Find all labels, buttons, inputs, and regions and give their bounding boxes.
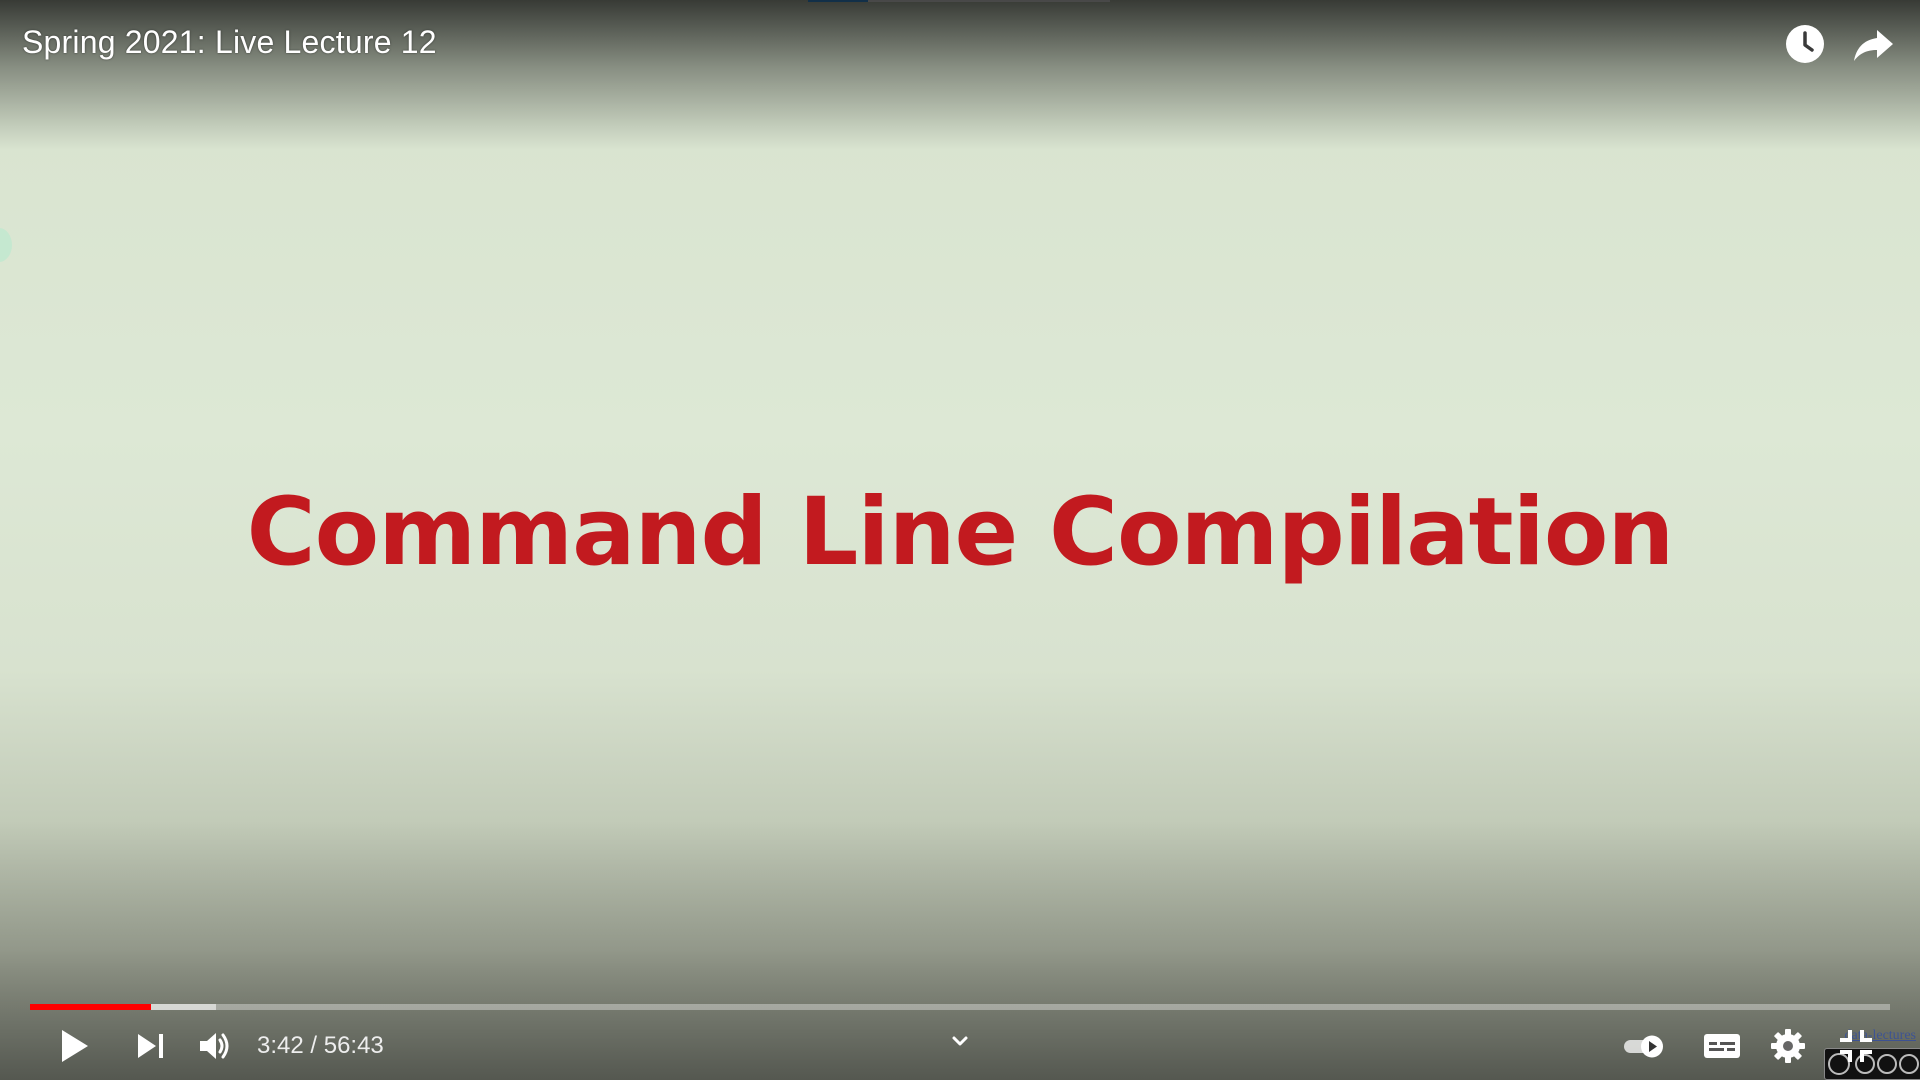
autoplay-toggle-icon bbox=[1624, 1035, 1663, 1058]
skip-next-icon bbox=[138, 1034, 163, 1058]
gear-icon bbox=[1771, 1029, 1805, 1063]
time-display: 3:42 / 56:43 bbox=[257, 1032, 384, 1059]
share-button[interactable] bbox=[1849, 20, 1897, 68]
side-indicator-dot bbox=[0, 228, 12, 262]
chapter-chevron-button[interactable] bbox=[948, 1030, 972, 1054]
volume-icon bbox=[200, 1033, 229, 1059]
share-arrow-icon bbox=[1854, 30, 1893, 61]
clock-icon bbox=[1786, 25, 1824, 63]
play-icon bbox=[62, 1030, 88, 1062]
watch-later-button[interactable] bbox=[1781, 20, 1829, 68]
video-title[interactable]: Spring 2021: Live Lecture 12 bbox=[22, 24, 437, 61]
video-player[interactable]: Command Line Compilation Spring 2021: Li… bbox=[0, 0, 1920, 1080]
progress-bar[interactable] bbox=[30, 1004, 1890, 1010]
subtitles-icon bbox=[1704, 1034, 1740, 1058]
next-video-button[interactable] bbox=[132, 1026, 172, 1066]
top-gradient-overlay bbox=[0, 0, 1920, 150]
progress-played bbox=[30, 1004, 151, 1010]
subtitles-button[interactable] bbox=[1700, 1026, 1744, 1066]
chevron-down-icon bbox=[952, 1036, 968, 1046]
settings-button[interactable] bbox=[1768, 1026, 1808, 1066]
slide-heading: Command Line Compilation bbox=[246, 478, 1675, 587]
play-button[interactable] bbox=[54, 1026, 94, 1066]
autoplay-toggle[interactable] bbox=[1622, 1026, 1670, 1066]
exit-fullscreen-icon bbox=[1840, 1030, 1872, 1062]
volume-button[interactable] bbox=[196, 1026, 236, 1066]
fullscreen-button[interactable] bbox=[1836, 1026, 1876, 1066]
